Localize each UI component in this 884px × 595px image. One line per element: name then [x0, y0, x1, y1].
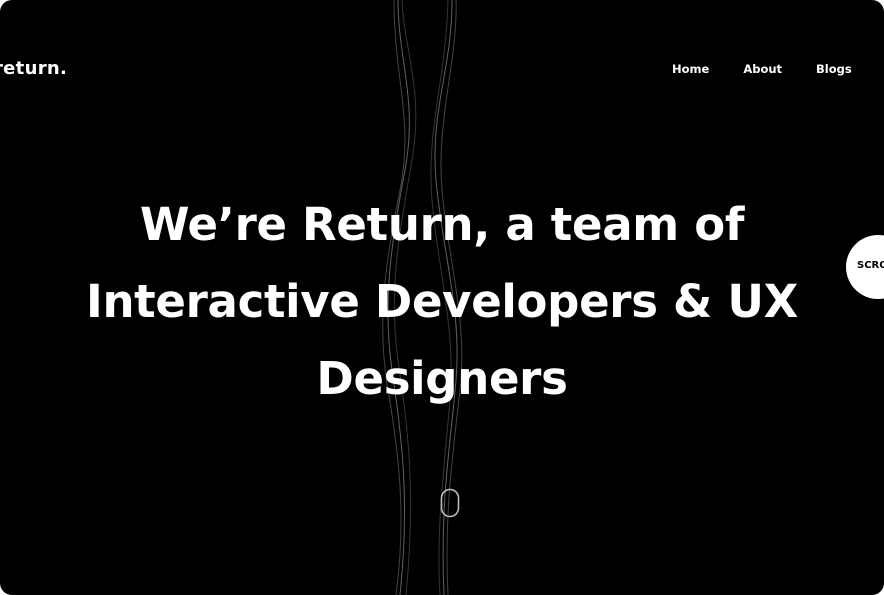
headline-line-1: We’re Return, a team of [139, 198, 745, 251]
hero-headline: We’re Return, a team of Interactive Deve… [42, 186, 842, 417]
page-frame: return. Home About Blogs Co We’re Return… [0, 0, 884, 595]
mouse-icon [440, 488, 460, 518]
brand-logo[interactable]: return. [0, 58, 67, 79]
nav-about-link[interactable]: About [743, 62, 782, 76]
scroll-badge-label: SCRO [857, 260, 884, 271]
nav-blogs-link[interactable]: Blogs [816, 62, 852, 76]
headline-line-2: Interactive Developers & UX [86, 275, 798, 328]
main-nav: Home About Blogs Co [672, 62, 884, 76]
nav-home-link[interactable]: Home [672, 62, 709, 76]
headline-line-3: Designers [316, 352, 568, 405]
